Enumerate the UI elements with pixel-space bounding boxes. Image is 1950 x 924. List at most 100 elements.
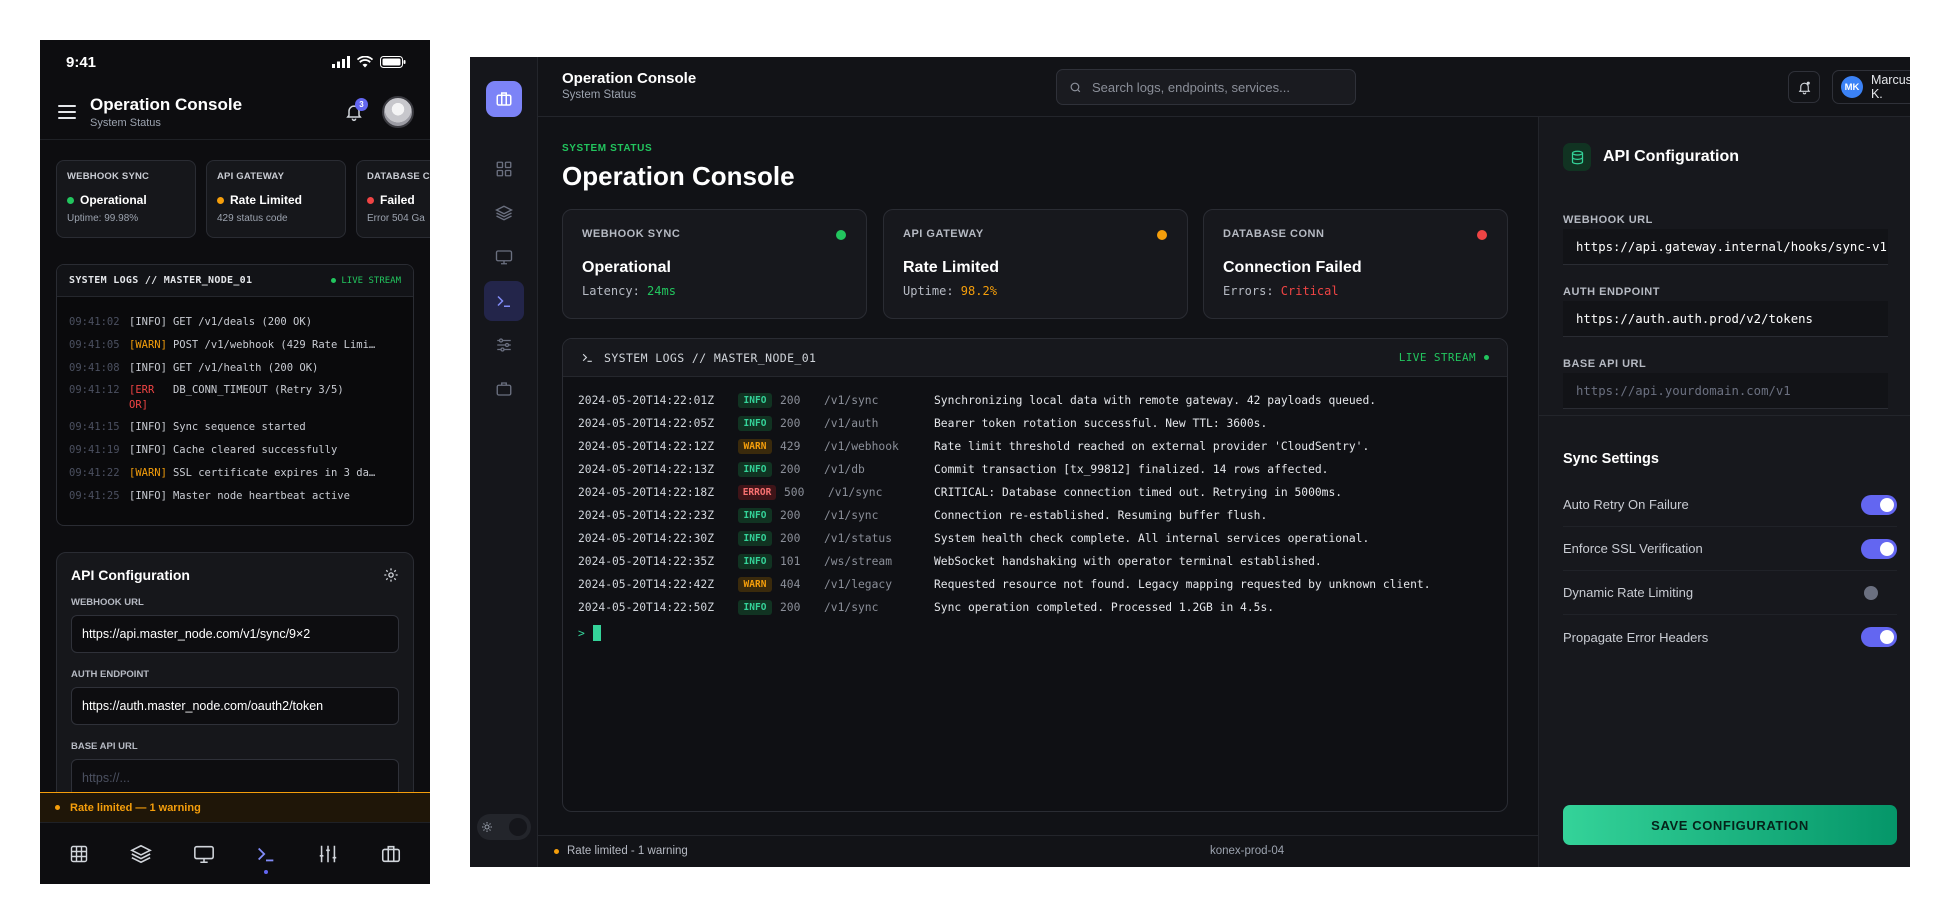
toggle-row-propagate-errors: Propagate Error Headers xyxy=(1563,615,1897,659)
grid-icon xyxy=(70,845,88,862)
enforce-ssl-toggle[interactable] xyxy=(1861,538,1897,559)
system-logs-panel: SYSTEM LOGS // MASTER_NODE_01 LIVE STREA… xyxy=(56,264,414,526)
rail-item-monitor[interactable] xyxy=(484,237,524,277)
log-row: 2024-05-20T14:22:05Z INFO 200/v1/auth Beare… xyxy=(578,416,1268,431)
footer-host: konex-prod-04 xyxy=(1210,845,1285,857)
warning-dot xyxy=(55,805,60,810)
search-input[interactable]: Search logs, endpoints, services... xyxy=(1056,69,1356,105)
rail-item-grid[interactable] xyxy=(484,149,524,189)
briefcase-icon xyxy=(381,845,400,862)
rail-item-sliders[interactable] xyxy=(484,325,524,365)
log-line: 09:41:19 [INFO] Cache cleared successfully xyxy=(69,444,338,456)
terminal-title: SYSTEM LOGS // MASTER_NODE_01 xyxy=(604,350,817,365)
terminal-cursor xyxy=(592,625,601,641)
status-card-webhook[interactable]: WEBHOOK SYNC Operational Uptime: 99.98% xyxy=(56,160,196,238)
log-line: 09:41:22 [WARN] SSL certificate expires in… xyxy=(69,467,376,479)
status-footer: Rate limited - 1 warning konex-prod-04 xyxy=(538,835,1538,867)
status-cards: WEBHOOK SYNC Operational Uptime: 99.98% … xyxy=(40,140,430,238)
log-row: 2024-05-20T14:22:35Z INFO 101/ws/stream Web… xyxy=(578,554,1322,569)
terminal-icon xyxy=(582,353,592,362)
base-api-url-input[interactable]: https://api.yourdomain.com/v1 xyxy=(1563,373,1888,409)
rail-item-layers[interactable] xyxy=(484,193,524,233)
avatar: MK xyxy=(1841,76,1863,98)
theme-toggle[interactable] xyxy=(477,814,531,840)
log-row: 2024-05-20T14:22:42Z WARN 404/v1/legacy Req… xyxy=(578,577,1431,592)
save-configuration-button[interactable]: SAVE CONFIGURATION xyxy=(1563,805,1897,845)
database-icon xyxy=(1571,150,1583,164)
page-subtitle: System Status xyxy=(90,116,161,129)
status-dot xyxy=(836,230,846,240)
nav-sliders[interactable] xyxy=(308,834,348,874)
base-api-url-label: BASE API URL xyxy=(71,741,138,752)
dynamic-rate-limiting-toggle[interactable] xyxy=(1861,583,1897,603)
log-row: 2024-05-20T14:22:18Z ERROR 500/v1/sync CRIT… xyxy=(578,485,1343,500)
log-row: 2024-05-20T14:22:50Z INFO 200/v1/sync Sync … xyxy=(578,600,1275,615)
log-line: 09:41:05 [WARN] POST /v1/webhook (429 Rate… xyxy=(69,339,376,351)
status-time: 9:41 xyxy=(66,53,97,71)
auth-endpoint-input[interactable]: https://auth.auth.prod/v2/tokens xyxy=(1563,301,1888,337)
auth-endpoint-input[interactable]: https://auth.master_node.com/oauth2/toke… xyxy=(71,687,399,725)
status-card-database[interactable]: DATABASE CONN Connection Failed Errors: … xyxy=(1203,209,1508,319)
nav-layers[interactable] xyxy=(121,834,161,874)
config-sidebar: API Configuration WEBHOOK URL https://ap… xyxy=(1538,117,1910,867)
terminal-prompt[interactable]: > xyxy=(578,623,1492,643)
signal-icon xyxy=(332,56,350,68)
menu-icon[interactable] xyxy=(58,104,76,119)
app-subtitle: System Status xyxy=(562,89,637,101)
status-dot xyxy=(217,196,224,204)
auth-endpoint-label: AUTH ENDPOINT xyxy=(1563,286,1660,298)
nav-monitor[interactable] xyxy=(184,834,224,874)
desktop-view: Operation Console System Status Search l… xyxy=(470,57,1910,867)
auth-endpoint-label: AUTH ENDPOINT xyxy=(71,669,150,680)
mobile-header: Operation Console System Status 3 xyxy=(40,84,430,140)
gear-icon[interactable] xyxy=(383,567,399,583)
grid-icon xyxy=(496,161,512,177)
bell-icon xyxy=(1798,81,1810,94)
webhook-url-input[interactable]: https://api.gateway.internal/hooks/sync-… xyxy=(1563,229,1888,265)
log-line: 09:41:15 [INFO] Sync sequence started xyxy=(69,421,306,433)
rail-item-terminal[interactable] xyxy=(484,281,524,321)
sync-settings-title: Sync Settings xyxy=(1563,451,1659,467)
status-dot xyxy=(67,196,74,204)
terminal-icon xyxy=(258,847,274,861)
bottom-nav xyxy=(40,822,430,884)
mobile-view: 9:41 Operation Console System Status 3 W… xyxy=(40,40,430,884)
propagate-error-headers-toggle[interactable] xyxy=(1861,627,1897,647)
nav-briefcase[interactable] xyxy=(371,834,411,874)
divider xyxy=(1539,415,1910,416)
notifications-button[interactable] xyxy=(1788,71,1820,103)
terminal-body[interactable]: 2024-05-20T14:22:01Z INFO 200/v1/sync Synch… xyxy=(563,377,1507,655)
status-dot xyxy=(1157,230,1167,240)
rail-item-briefcase[interactable] xyxy=(484,369,524,409)
briefcase-icon xyxy=(496,382,512,396)
webhook-url-input[interactable]: https://api.master_node.com/v1/sync/9×2 xyxy=(71,615,399,653)
terminal-icon xyxy=(497,295,510,307)
notifications-button[interactable]: 3 xyxy=(340,97,368,126)
app-logo[interactable] xyxy=(486,81,522,117)
user-menu[interactable]: MK Marcus K. xyxy=(1832,70,1910,104)
main-content: SYSTEM STATUS Operation Console WEBHOOK … xyxy=(538,117,1538,812)
warning-banner[interactable]: Rate limited — 1 warning xyxy=(40,792,430,822)
base-api-url-label: BASE API URL xyxy=(1563,358,1647,370)
log-line: 09:41:25 [INFO] Master node heartbeat acti… xyxy=(69,490,350,502)
status-card-gateway[interactable]: API GATEWAY Rate Limited Uptime: 98.2% xyxy=(883,209,1188,319)
nav-rail xyxy=(470,57,538,867)
user-name: Marcus K. xyxy=(1870,73,1910,101)
nav-grid[interactable] xyxy=(59,834,99,874)
sliders-icon xyxy=(320,845,337,862)
log-row: 2024-05-20T14:22:23Z INFO 200/v1/sync Conne… xyxy=(578,508,1268,523)
sliders-icon xyxy=(497,338,511,352)
app-title: Operation Console xyxy=(562,70,697,87)
auto-retry-toggle[interactable] xyxy=(1861,494,1897,515)
monitor-icon xyxy=(193,845,214,863)
logs-title: SYSTEM LOGS // MASTER_NODE_01 xyxy=(69,275,253,286)
monitor-icon xyxy=(495,250,513,265)
status-card-database[interactable]: DATABASE C Failed Error 504 Ga xyxy=(356,160,430,238)
toggle-row-enforce-ssl: Enforce SSL Verification xyxy=(1563,527,1897,571)
avatar[interactable] xyxy=(382,95,414,128)
status-card-webhook[interactable]: WEBHOOK SYNC Operational Latency: 24ms xyxy=(562,209,867,319)
page-title: Operation Console xyxy=(90,94,243,114)
nav-terminal[interactable] xyxy=(246,834,286,874)
status-card-gateway[interactable]: API GATEWAY Rate Limited 429 status code xyxy=(206,160,346,238)
battery-icon xyxy=(380,56,406,68)
